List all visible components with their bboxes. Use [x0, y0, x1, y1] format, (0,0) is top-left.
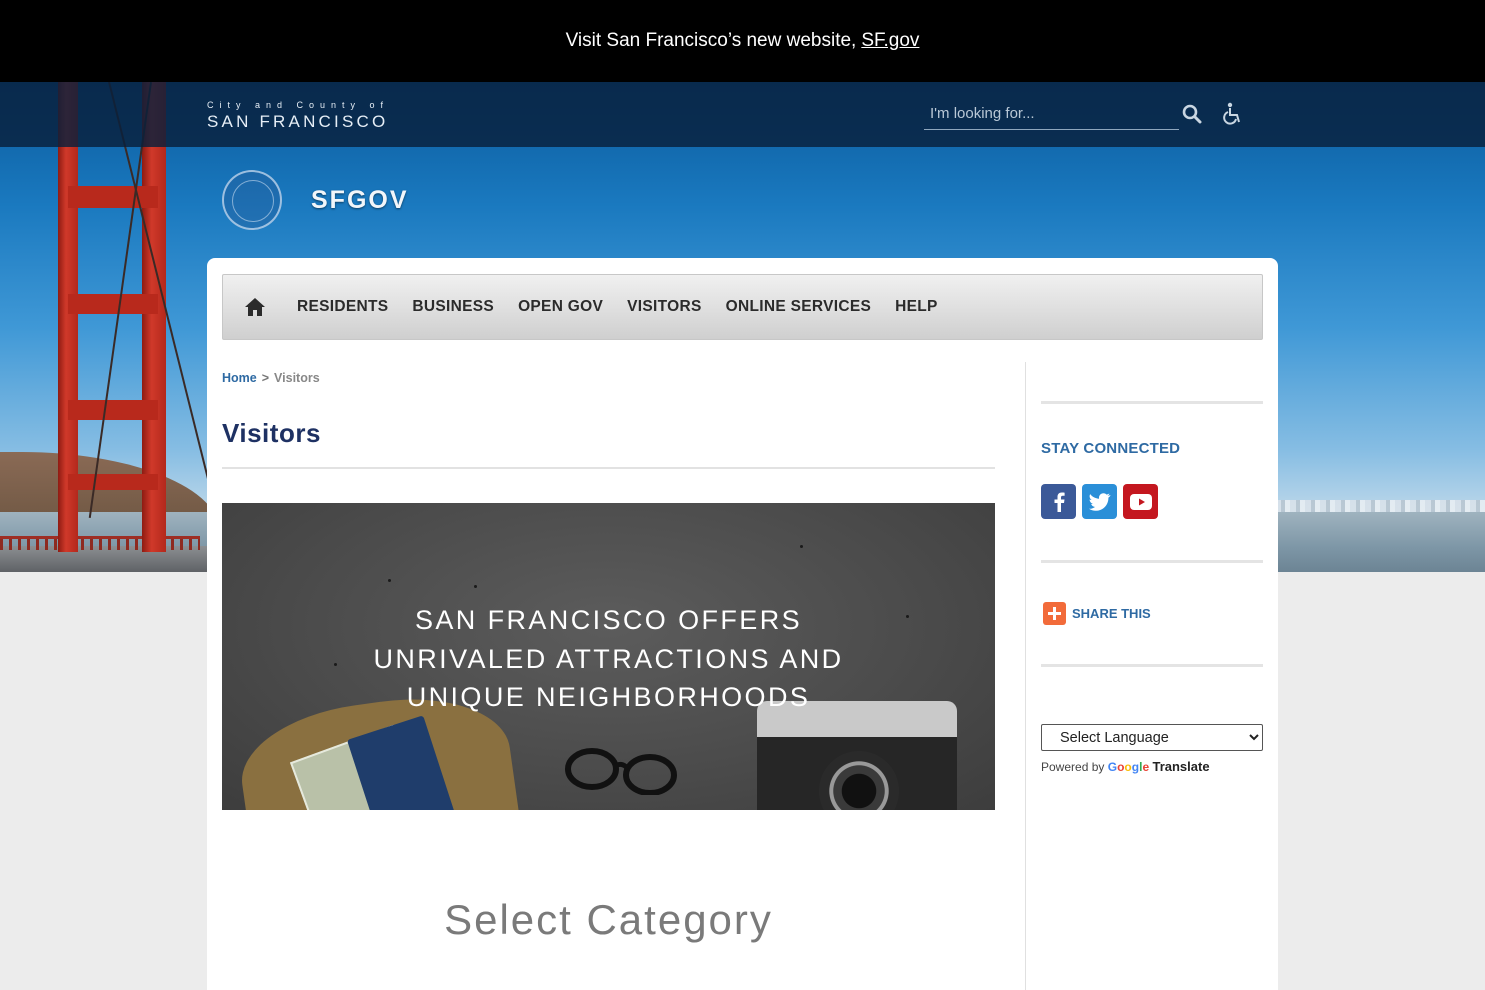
visitors-banner: SAN FRANCISCO OFFERS UNRIVALED ATTRACTIO…: [222, 503, 995, 810]
google-logo[interactable]: Google: [1108, 760, 1153, 774]
search-icon[interactable]: [1180, 102, 1204, 126]
camera-image: [757, 701, 957, 810]
nav-business[interactable]: BUSINESS: [412, 298, 494, 316]
ccsf-logo[interactable]: City and County of San Francisco: [207, 100, 389, 132]
page-title: Visitors: [222, 418, 321, 448]
share-this-button[interactable]: SHARE THIS: [1043, 602, 1151, 625]
sidebar-rule: [1041, 560, 1263, 563]
powered-by-google-translate: Powered by Google Translate: [1041, 759, 1210, 774]
facebook-icon[interactable]: [1041, 484, 1076, 519]
nav-help[interactable]: HELP: [895, 298, 938, 316]
nav-online-services[interactable]: ONLINE SERVICES: [726, 298, 871, 316]
accessibility-icon[interactable]: [1221, 101, 1245, 127]
banner-headline: SAN FRANCISCO OFFERS UNRIVALED ATTRACTIO…: [373, 605, 844, 712]
twitter-icon[interactable]: [1082, 484, 1117, 519]
search-field: [924, 98, 1179, 130]
youtube-icon[interactable]: [1123, 484, 1158, 519]
breadcrumb-home[interactable]: Home: [222, 371, 257, 385]
nav-open-gov[interactable]: OPEN GOV: [518, 298, 603, 316]
main-nav: RESIDENTS BUSINESS OPEN GOV VISITORS ONL…: [222, 274, 1263, 340]
sidebar-divider: [1025, 362, 1026, 990]
language-select[interactable]: Select Language: [1041, 724, 1263, 751]
stay-connected-heading: STAY CONNECTED: [1041, 440, 1181, 457]
share-this-label: SHARE THIS: [1072, 606, 1151, 621]
announcement-bar: Visit San Francisco’s new website, SF.go…: [0, 0, 1485, 82]
search-input[interactable]: [924, 98, 1179, 129]
title-divider: [222, 467, 995, 469]
sfgov-link[interactable]: SF.gov: [861, 30, 919, 52]
breadcrumb-current: Visitors: [274, 371, 320, 385]
bridge-tower: [58, 82, 170, 552]
sidebar-rule: [1041, 664, 1263, 667]
logo-small-text: City and County of: [207, 100, 390, 110]
city-seal: [222, 170, 282, 230]
nav-residents[interactable]: RESIDENTS: [297, 298, 388, 316]
nav-visitors[interactable]: VISITORS: [627, 298, 701, 316]
home-icon[interactable]: [225, 275, 285, 339]
logo-big-text: San Francisco: [207, 112, 389, 131]
powered-by-text: Powered by: [1041, 760, 1105, 774]
announcement-text: Visit San Francisco’s new website,: [565, 30, 857, 51]
translate-link[interactable]: Translate: [1152, 759, 1209, 774]
glasses-image: [565, 748, 677, 795]
breadcrumb-separator: >: [261, 371, 270, 385]
sidebar-rule: [1041, 401, 1263, 404]
breadcrumb: Home > Visitors: [222, 371, 320, 385]
select-category-heading: Select Category: [444, 896, 773, 943]
share-plus-icon: [1043, 602, 1066, 625]
site-title[interactable]: SFGOV: [311, 186, 409, 215]
